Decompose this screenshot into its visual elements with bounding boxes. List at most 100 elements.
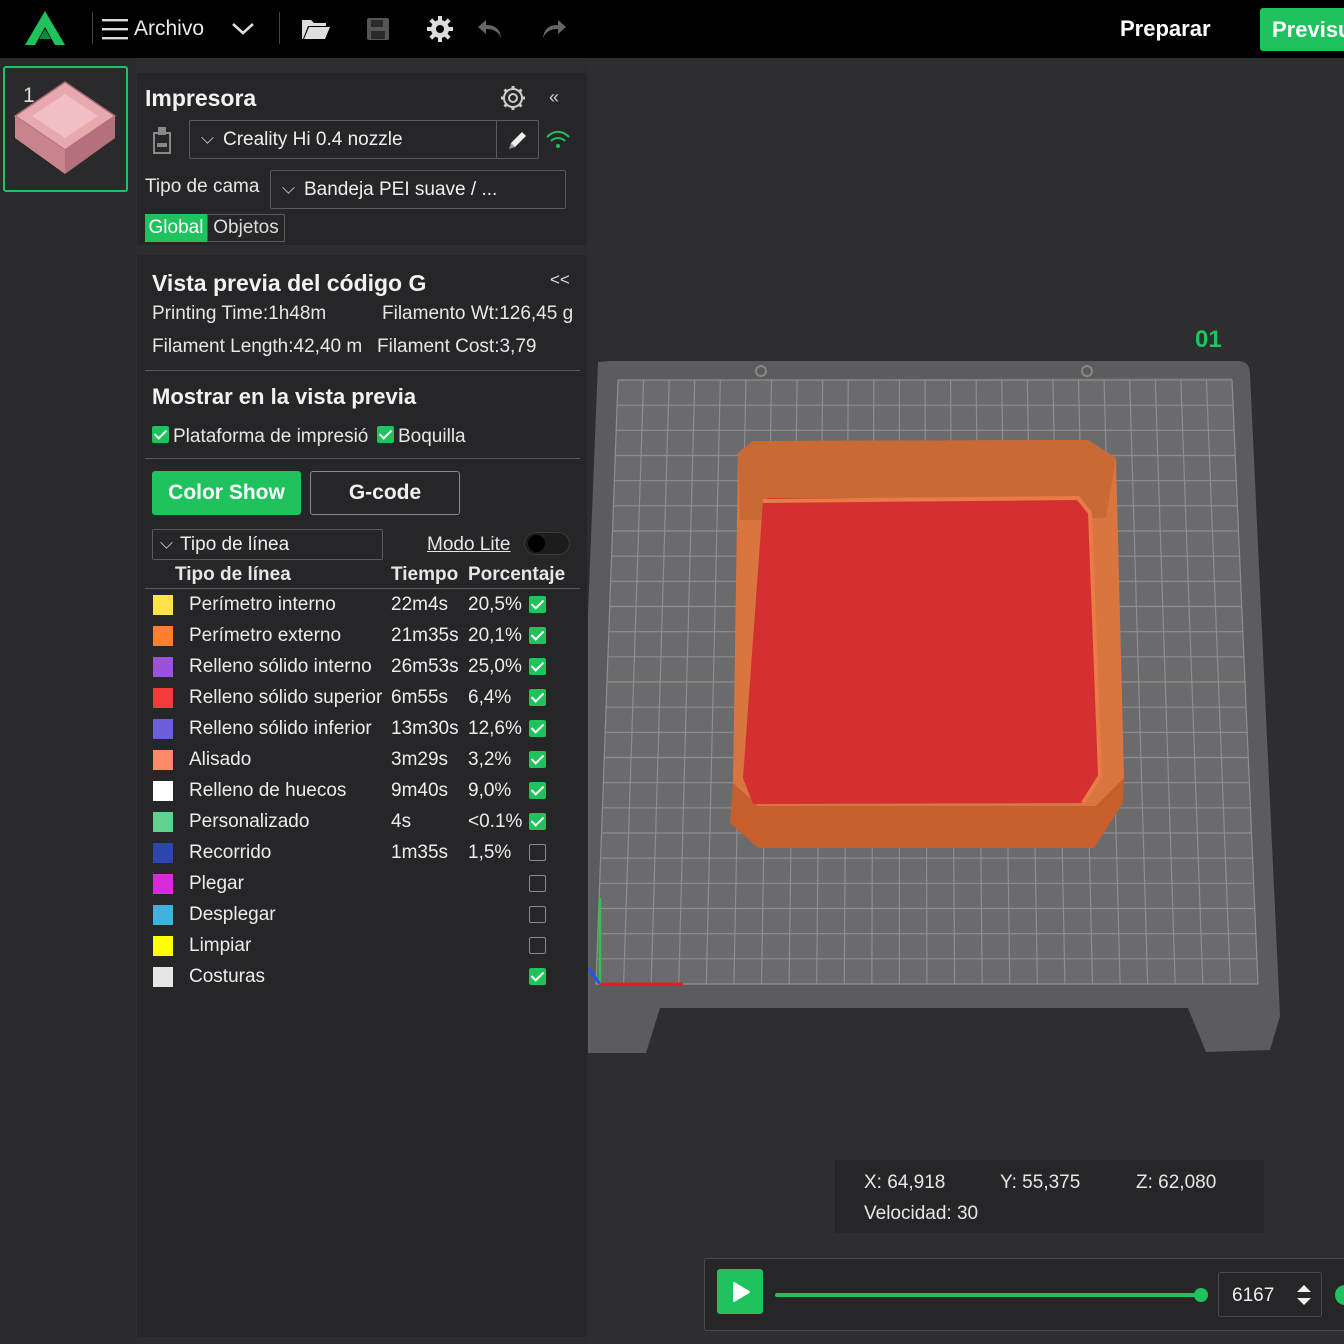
plate-label: 01 <box>1195 326 1222 353</box>
line-type-color-swatch[interactable] <box>153 843 173 863</box>
line-type-color-swatch[interactable] <box>153 874 173 894</box>
line-type-color-swatch[interactable] <box>153 781 173 801</box>
line-type-color-swatch[interactable] <box>153 936 173 956</box>
line-type-color-swatch[interactable] <box>153 905 173 925</box>
prepare-tab[interactable]: Preparar <box>1120 0 1211 58</box>
filament-length: Filament Length:42,40 m <box>152 336 363 357</box>
line-type-name: Perímetro externo <box>189 625 342 646</box>
file-menu-button[interactable]: Archivo <box>102 0 204 58</box>
printer-select[interactable]: Creality Hi 0.4 nozzle <box>189 120 539 159</box>
settings-gear-icon[interactable] <box>426 0 454 58</box>
line-type-visibility-checkbox[interactable] <box>529 751 546 768</box>
line-type-visibility-checkbox[interactable] <box>529 875 546 892</box>
spinner-arrows-icon[interactable] <box>1295 1283 1313 1307</box>
line-type-color-swatch[interactable] <box>153 967 173 987</box>
printer-name: Creality Hi 0.4 nozzle <box>223 128 403 150</box>
tab-objects[interactable]: Objetos <box>207 214 285 242</box>
nozzle-checkbox[interactable] <box>377 426 394 443</box>
collapse-panel-icon[interactable]: « <box>549 87 559 108</box>
plate-thumbnail[interactable]: 1 <box>3 66 128 192</box>
line-type-name: Personalizado <box>189 811 310 832</box>
app-logo-icon[interactable] <box>22 0 68 58</box>
printer-device-icon <box>153 127 171 154</box>
line-type-percent: <0.1% <box>468 811 523 832</box>
color-show-button[interactable]: Color Show <box>152 471 301 515</box>
plate-option-label: Plataforma de impresió <box>173 426 369 447</box>
line-type-visibility-checkbox[interactable] <box>529 937 546 954</box>
move-slider-track[interactable] <box>775 1293 1205 1297</box>
col-header-percent: Porcentaje <box>468 564 566 585</box>
collapse-panel-icon[interactable]: << <box>550 270 570 290</box>
line-type-color-swatch[interactable] <box>153 719 173 739</box>
line-type-visibility-checkbox[interactable] <box>529 627 546 644</box>
line-type-visibility-checkbox[interactable] <box>529 782 546 799</box>
line-type-name: Desplegar <box>189 904 276 925</box>
line-type-name: Relleno sólido inferior <box>189 718 372 739</box>
top-toolbar: Archivo Preparar Previsu <box>0 0 1344 58</box>
preview-tab[interactable]: Previsu <box>1260 8 1344 51</box>
redo-icon[interactable] <box>540 0 568 58</box>
chevron-down-icon[interactable] <box>230 0 256 58</box>
line-type-color-swatch[interactable] <box>153 626 173 646</box>
move-slider-handle[interactable] <box>1194 1288 1208 1302</box>
printer-panel: Impresora « Creality Hi 0.4 nozzle Tipo … <box>137 73 587 245</box>
line-type-percent: 20,1% <box>468 625 522 646</box>
line-type-color-swatch[interactable] <box>153 595 173 615</box>
divider <box>145 588 580 589</box>
move-value: 6167 <box>1232 1285 1275 1306</box>
view-type-select[interactable]: Tipo de línea <box>152 529 383 560</box>
line-type-visibility-checkbox[interactable] <box>529 658 546 675</box>
gcode-preview-title: Vista previa del código G <box>152 270 427 296</box>
plate-checkbox[interactable] <box>152 426 169 443</box>
printer-settings-icon[interactable] <box>500 85 526 111</box>
move-value-box[interactable]: 6167 <box>1218 1272 1322 1317</box>
line-type-name: Relleno sólido superior <box>189 687 383 708</box>
play-button[interactable] <box>717 1269 763 1314</box>
line-type-color-swatch[interactable] <box>153 688 173 708</box>
wifi-icon[interactable] <box>545 129 571 151</box>
line-type-name: Relleno de huecos <box>189 780 347 801</box>
box-model-icon <box>13 81 117 174</box>
line-type-visibility-checkbox[interactable] <box>529 906 546 923</box>
show-in-preview-title: Mostrar en la vista previa <box>152 384 417 409</box>
line-type-name: Relleno sólido interno <box>189 656 372 677</box>
filament-cost: Filament Cost:3,79 <box>377 336 537 357</box>
chevron-down-icon <box>160 535 173 549</box>
divider <box>145 370 580 371</box>
line-type-time: 22m4s <box>391 594 449 615</box>
save-icon[interactable] <box>366 0 390 58</box>
chevron-down-icon <box>201 130 214 144</box>
line-type-visibility-checkbox[interactable] <box>529 720 546 737</box>
tab-global[interactable]: Global <box>145 214 207 242</box>
line-type-color-swatch[interactable] <box>153 657 173 677</box>
line-type-time: 21m35s <box>391 625 459 646</box>
filament-weight: Filamento Wt:126,45 g <box>382 303 574 324</box>
y-coordinate: Y: 55,375 <box>1000 1172 1081 1193</box>
line-type-visibility-checkbox[interactable] <box>529 689 546 706</box>
speed-readout: Velocidad: 30 <box>864 1203 979 1224</box>
line-type-visibility-checkbox[interactable] <box>529 968 546 985</box>
bed-type-select[interactable]: Bandeja PEI suave / ... <box>270 170 566 209</box>
line-type-visibility-checkbox[interactable] <box>529 844 546 861</box>
edit-pencil-icon[interactable] <box>506 128 530 152</box>
undo-icon[interactable] <box>476 0 504 58</box>
line-type-visibility-checkbox[interactable] <box>529 596 546 613</box>
col-header-type: Tipo de línea <box>175 564 291 585</box>
line-type-color-swatch[interactable] <box>153 750 173 770</box>
play-icon <box>733 1282 750 1302</box>
line-type-percent: 1,5% <box>468 842 512 863</box>
line-type-percent: 9,0% <box>468 780 512 801</box>
line-type-color-swatch[interactable] <box>153 812 173 832</box>
col-header-time: Tiempo <box>391 564 459 585</box>
line-type-visibility-checkbox[interactable] <box>529 813 546 830</box>
slider-end-gear-icon[interactable] <box>1329 1281 1344 1309</box>
line-type-name: Perímetro interno <box>189 594 336 615</box>
lite-mode-toggle[interactable] <box>524 532 570 555</box>
3d-viewport[interactable]: 01 <box>588 58 1344 1344</box>
line-type-percent: 12,6% <box>468 718 522 739</box>
plate-list <box>0 58 136 1344</box>
line-type-time: 6m55s <box>391 687 449 708</box>
line-type-name: Limpiar <box>189 935 252 956</box>
open-folder-icon[interactable] <box>301 0 331 58</box>
gcode-button[interactable]: G-code <box>310 471 460 515</box>
